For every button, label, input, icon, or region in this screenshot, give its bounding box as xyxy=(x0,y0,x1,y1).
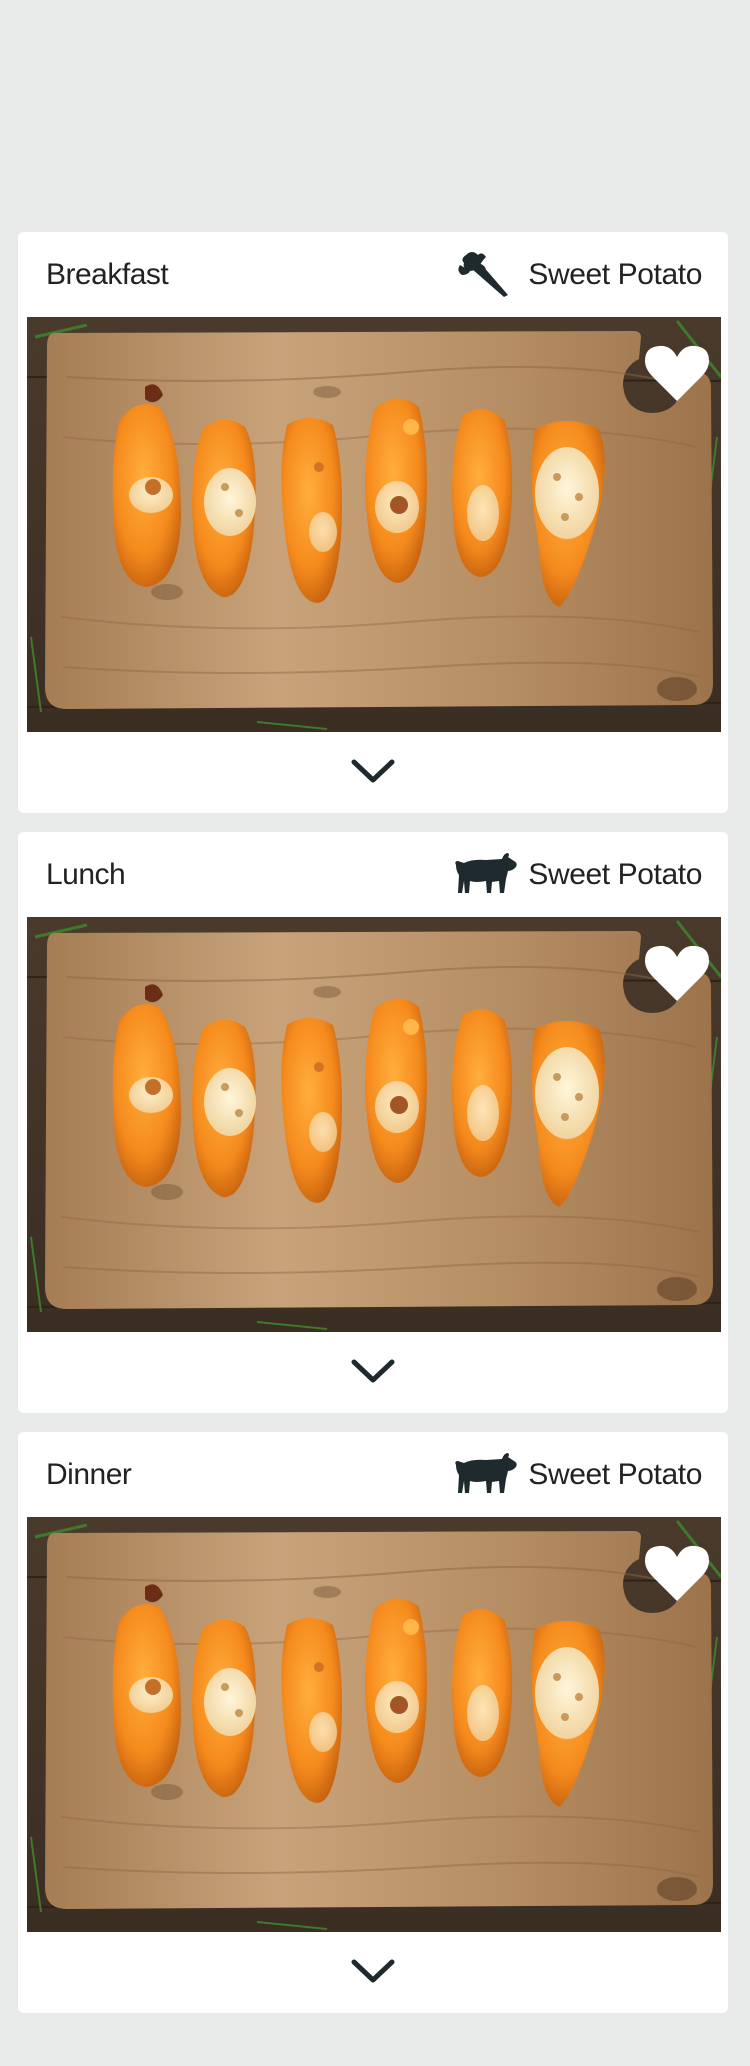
cow-icon xyxy=(455,852,518,893)
heart-icon xyxy=(645,945,709,1001)
chevron-down-icon xyxy=(351,1359,395,1383)
sweet-potato-image xyxy=(27,917,721,1332)
expand-button[interactable] xyxy=(343,747,403,795)
expand-button[interactable] xyxy=(343,1947,403,1995)
food-tag: Sweet Potato xyxy=(452,832,702,917)
food-name: Sweet Potato xyxy=(528,1457,702,1491)
card-header: Lunch Sweet Potato xyxy=(18,832,728,917)
meal-card[interactable]: Lunch Sweet Potato xyxy=(18,832,728,1413)
expand-button[interactable] xyxy=(343,1347,403,1395)
food-name: Sweet Potato xyxy=(528,857,702,891)
food-name: Sweet Potato xyxy=(528,257,702,291)
food-photo xyxy=(27,1517,721,1932)
card-header: Dinner Sweet Potato xyxy=(18,1432,728,1517)
favorite-button[interactable] xyxy=(645,1545,709,1603)
meal-card[interactable]: Dinner Sweet Potato xyxy=(18,1432,728,2013)
meal-card[interactable]: Breakfast Sweet Potato xyxy=(18,232,728,813)
carrot-icon xyxy=(458,251,509,297)
food-tag: Sweet Potato xyxy=(452,232,702,317)
heart-icon xyxy=(645,345,709,401)
food-photo xyxy=(27,917,721,1332)
meal-title: Lunch xyxy=(46,858,126,891)
cow-icon xyxy=(455,1452,518,1493)
food-tag: Sweet Potato xyxy=(452,1432,702,1517)
food-photo xyxy=(27,317,721,732)
favorite-button[interactable] xyxy=(645,945,709,1003)
sweet-potato-image xyxy=(27,317,721,732)
chevron-down-icon xyxy=(351,759,395,783)
meal-title: Breakfast xyxy=(46,258,169,291)
heart-icon xyxy=(645,1545,709,1601)
chevron-down-icon xyxy=(351,1959,395,1983)
sweet-potato-image xyxy=(27,1517,721,1932)
meal-title: Dinner xyxy=(46,1458,132,1491)
card-header: Breakfast Sweet Potato xyxy=(18,232,728,317)
favorite-button[interactable] xyxy=(645,345,709,403)
